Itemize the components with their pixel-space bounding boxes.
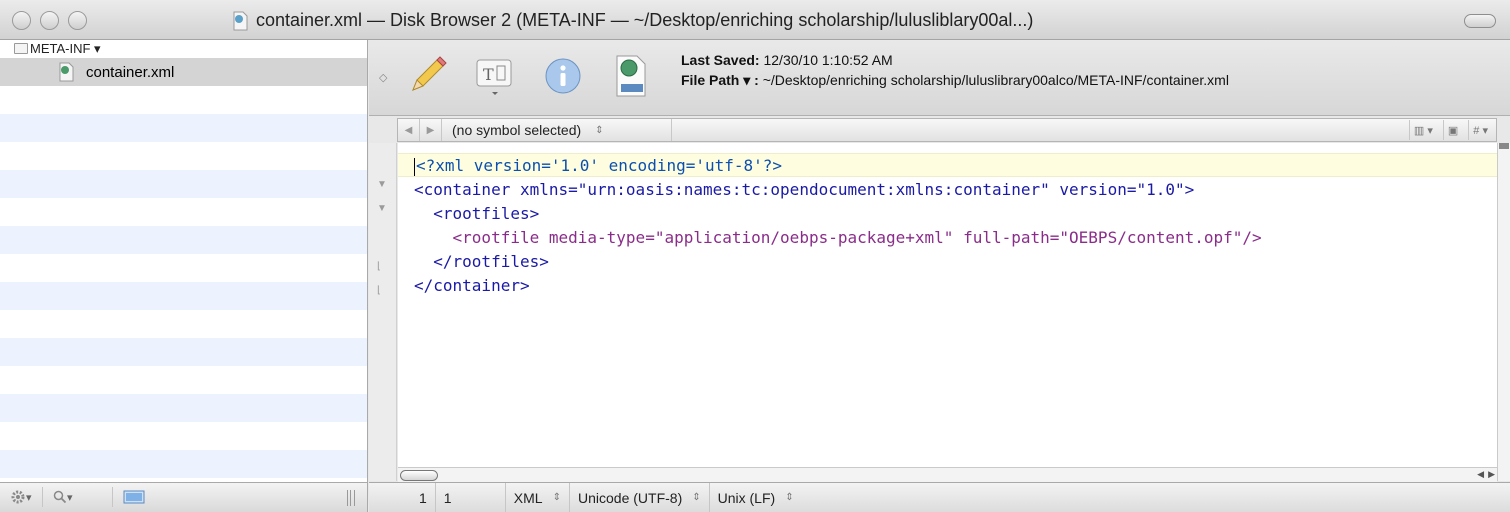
info-icon[interactable] — [541, 54, 585, 98]
text-caret — [414, 157, 415, 176]
preview-toggle-icon[interactable] — [112, 487, 145, 507]
code-line-4: <rootfile media-type="application/oebps-… — [398, 226, 1497, 250]
document-toolbar: ◇ T Last Saved: 12/30/10 1:10:52 AM File… — [369, 40, 1510, 116]
last-saved-row: Last Saved: 12/30/10 1:10:52 AM — [681, 50, 1229, 70]
language-label: XML — [513, 489, 543, 506]
line-endings-label: Unix (LF) — [717, 489, 776, 506]
text-format-icon[interactable]: T — [473, 54, 517, 98]
window-title: container.xml — Disk Browser 2 (META-INF… — [230, 10, 1033, 31]
xml-file-icon — [233, 11, 248, 30]
file-path-label[interactable]: File Path ▾ : — [681, 72, 759, 88]
code-line-text: </rootfiles> — [414, 252, 549, 271]
document-info: Last Saved: 12/30/10 1:10:52 AM File Pat… — [681, 50, 1229, 90]
line-endings-popup[interactable]: Unix (LF) ⇕ — [710, 483, 802, 512]
status-bar: 1 1 XML ⇕ Unicode (UTF-8) ⇕ Unix (LF) ⇕ — [369, 482, 1510, 512]
sidebar-item-container-xml[interactable]: container.xml — [0, 58, 367, 86]
close-window-button[interactable] — [12, 11, 31, 30]
window-title-text: container.xml — Disk Browser 2 (META-INF… — [256, 10, 1034, 30]
xml-document-icon[interactable] — [609, 54, 653, 98]
toolbar-expand-icon[interactable]: ◇ — [379, 71, 387, 84]
file-sidebar: META-INF ▾ container.xml — [0, 40, 368, 482]
navbar-right-controls: ▥ ▾ ▣ # ▾ — [1408, 120, 1492, 140]
svg-text:T: T — [483, 65, 494, 84]
last-saved-label: Last Saved: — [681, 52, 760, 68]
vertical-scrollbar[interactable] — [1497, 143, 1510, 481]
code-line-text: <rootfiles> — [414, 204, 540, 223]
folder-icon — [14, 43, 28, 54]
back-arrow-icon[interactable]: ◀ — [398, 119, 420, 141]
code-line-text: </container> — [414, 276, 530, 295]
symbol-popup[interactable]: (no symbol selected) ⇕ — [442, 119, 672, 141]
code-line-6: </container> — [398, 274, 1497, 298]
symbol-popup-label: (no symbol selected) — [452, 122, 582, 138]
encoding-popup[interactable]: Unicode (UTF-8) ⇕ — [570, 482, 710, 512]
sidebar-row-stripe — [0, 226, 367, 254]
bookmark-menu-icon[interactable]: ▥ ▾ — [1408, 120, 1437, 140]
sidebar-folder-header[interactable]: META-INF ▾ — [0, 40, 367, 58]
sidebar-bottom-bar: ▾ ▾ — [0, 482, 368, 512]
last-saved-value: 12/30/10 1:10:52 AM — [763, 52, 893, 68]
file-path-row[interactable]: File Path ▾ : ~/Desktop/enriching schola… — [681, 70, 1229, 90]
fold-open-icon[interactable]: ▼ — [377, 203, 387, 214]
code-line-text: <container xmlns="urn:oasis:names:tc:ope… — [414, 180, 1195, 199]
fold-open-icon[interactable]: ▼ — [377, 179, 387, 190]
xml-file-icon — [59, 62, 74, 82]
fold-end-icon: ⌊ — [377, 261, 381, 272]
encoding-label: Unicode (UTF-8) — [577, 489, 683, 506]
line-number[interactable]: 1 — [369, 482, 436, 512]
popup-stepper-icon: ⇕ — [552, 492, 561, 503]
fold-end-icon: ⌊ — [377, 285, 381, 296]
counterparts-menu-icon[interactable]: # ▾ — [1468, 120, 1492, 140]
scroll-right-icon[interactable]: ▶ — [1488, 469, 1495, 480]
toolbar-toggle-button[interactable] — [1464, 14, 1496, 28]
vertical-scroll-thumb[interactable] — [1499, 143, 1509, 149]
minimize-window-button[interactable] — [40, 11, 59, 30]
column-number[interactable]: 1 — [436, 482, 506, 512]
sidebar-row-stripe — [0, 114, 367, 142]
horizontal-scrollbar[interactable]: ◀ ▶ — [398, 467, 1497, 482]
code-line-2: <container xmlns="urn:oasis:names:tc:ope… — [398, 178, 1497, 202]
popup-stepper-icon: ⇕ — [785, 492, 794, 503]
sidebar-item-label: container.xml — [86, 63, 175, 81]
line-gutter: ▼ ▼ ⌊ ⌊ — [369, 143, 397, 481]
search-menu-icon[interactable]: ▾ — [42, 487, 73, 507]
folder-label: META-INF ▾ — [30, 41, 101, 56]
sidebar-row-stripe — [0, 450, 367, 478]
horizontal-scroll-thumb[interactable] — [400, 470, 438, 481]
editor-window: container.xml — Disk Browser 2 (META-INF… — [0, 0, 1510, 512]
sidebar-row-stripe — [0, 338, 367, 366]
title-bar: container.xml — Disk Browser 2 (META-INF… — [0, 0, 1510, 40]
sidebar-resize-handle[interactable] — [347, 490, 355, 506]
gear-menu-icon[interactable]: ▾ — [10, 487, 32, 507]
popup-stepper-icon: ⇕ — [595, 124, 604, 136]
split-view-icon[interactable]: ▣ — [1442, 120, 1462, 140]
code-line-text: <rootfile media-type="application/oebps-… — [414, 228, 1262, 247]
file-path-value: ~/Desktop/enriching scholarship/luluslib… — [762, 72, 1229, 88]
sidebar-row-stripe — [0, 394, 367, 422]
zoom-window-button[interactable] — [68, 11, 87, 30]
code-line-3: <rootfiles> — [398, 202, 1497, 226]
pencil-icon[interactable] — [405, 54, 449, 98]
code-line-5: </rootfiles> — [398, 250, 1497, 274]
code-line-1: <?xml version='1.0' encoding='utf-8'?> — [398, 153, 1497, 177]
forward-arrow-icon[interactable]: ▶ — [420, 119, 442, 141]
popup-stepper-icon: ⇕ — [692, 492, 701, 503]
code-line-text: <?xml version='1.0' encoding='utf-8'?> — [416, 156, 783, 175]
language-popup[interactable]: XML ⇕ — [506, 482, 570, 512]
sidebar-row-stripe — [0, 282, 367, 310]
sidebar-row-stripe — [0, 170, 367, 198]
code-editor[interactable]: <?xml version='1.0' encoding='utf-8'?> <… — [398, 143, 1497, 467]
scroll-arrows: ◀ ▶ — [1477, 469, 1495, 480]
scroll-left-icon[interactable]: ◀ — [1477, 469, 1484, 480]
navigation-bar: ◀ ▶ (no symbol selected) ⇕ ▥ ▾ ▣ # ▾ — [397, 118, 1497, 142]
